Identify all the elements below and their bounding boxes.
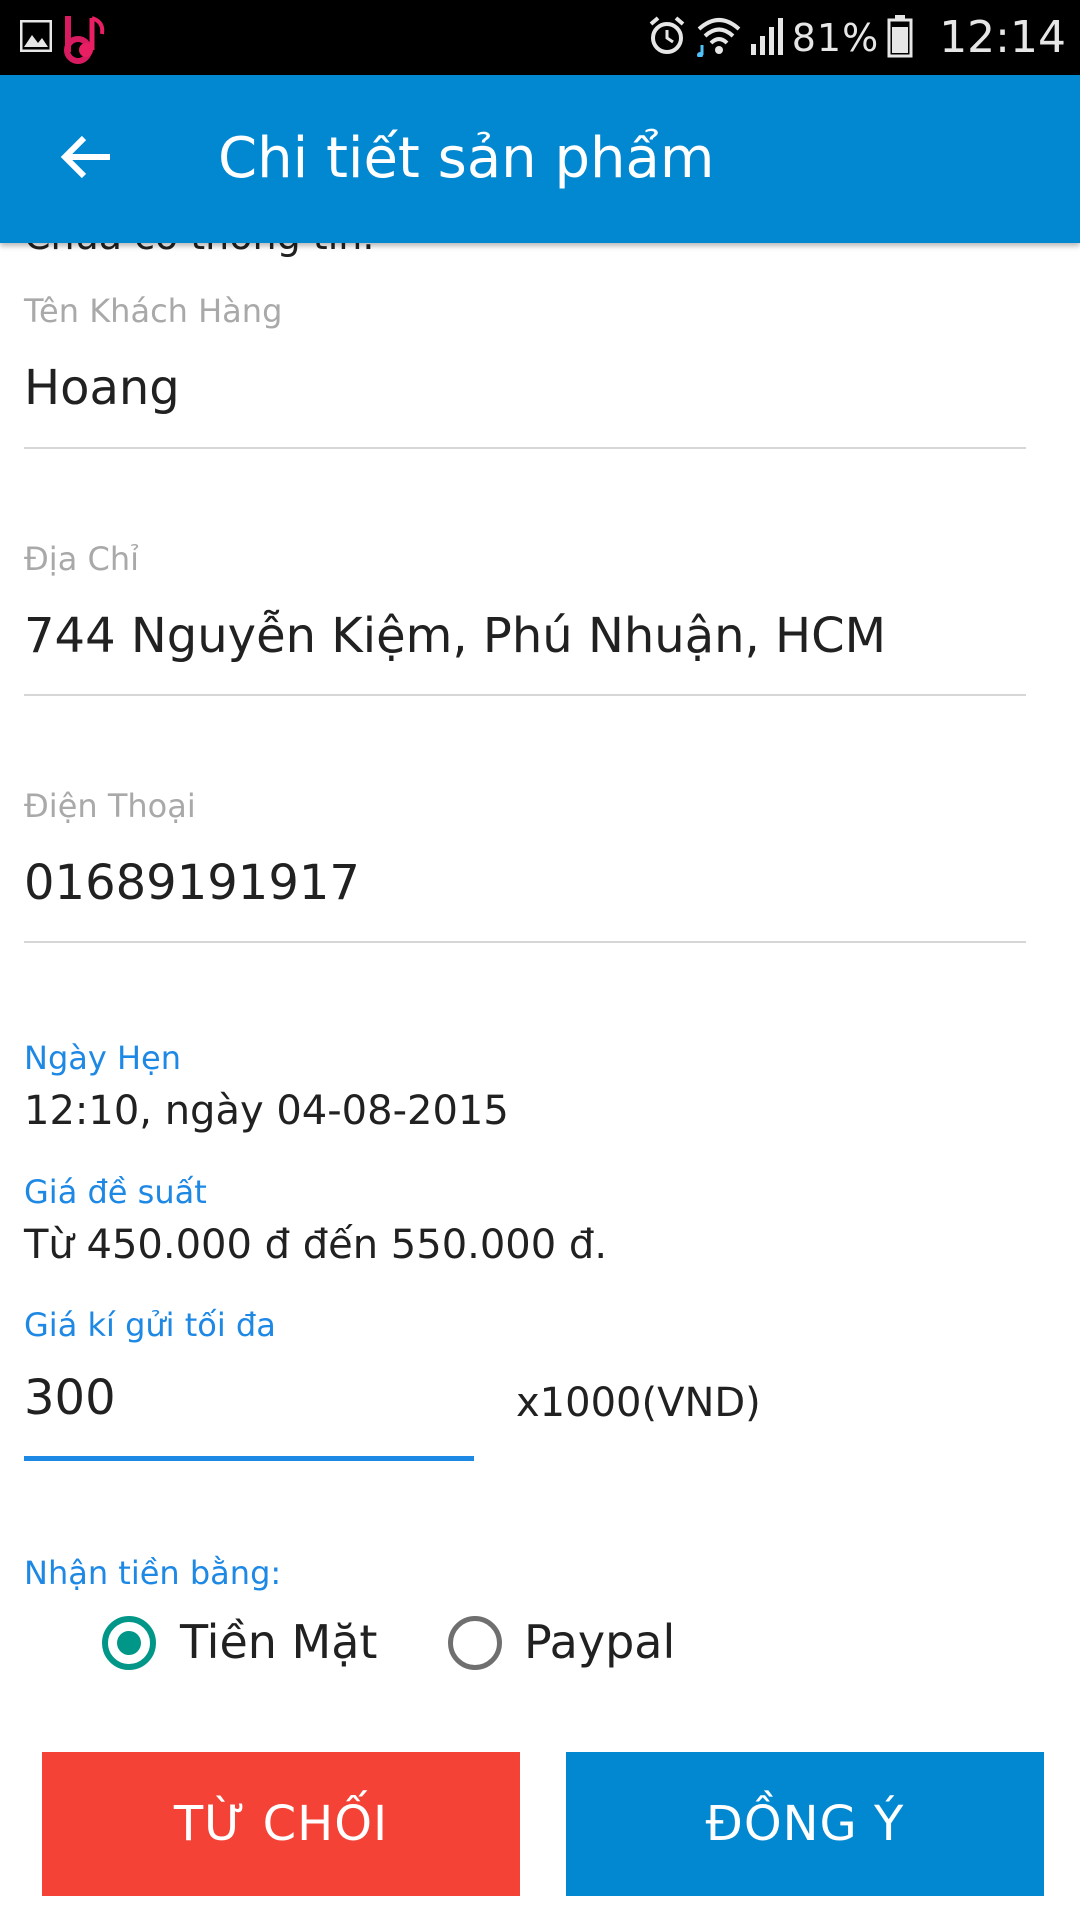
phone-label: Điện Thoại: [24, 787, 196, 825]
wifi-icon: [696, 15, 742, 61]
page-title: Chi tiết sản phẩm: [218, 126, 715, 191]
customer-name-label: Tên Khách Hàng: [24, 292, 283, 330]
accept-button[interactable]: ĐỒNG Ý: [566, 1752, 1044, 1896]
paypal-radio-label[interactable]: Paypal: [524, 1615, 675, 1669]
address-field[interactable]: 744 Nguyễn Kiệm, Phú Nhuận, HCM: [24, 608, 886, 664]
max-price-input[interactable]: 300: [24, 1370, 116, 1426]
reject-button[interactable]: TỪ CHỐI: [42, 1752, 520, 1896]
address-label: Địa Chỉ: [24, 540, 139, 578]
back-button[interactable]: [40, 113, 132, 205]
paypal-radio[interactable]: [448, 1616, 502, 1670]
status-icons: 81% 12:14: [638, 0, 1066, 75]
cash-radio-label[interactable]: Tiền Mặt: [180, 1615, 377, 1669]
app-bar: Chi tiết sản phẩm: [0, 75, 1080, 243]
appointment-value: 12:10, ngày 04-08-2015: [24, 1088, 509, 1134]
customer-name-field[interactable]: Hoang: [24, 360, 180, 416]
back-arrow-icon: [60, 133, 112, 185]
music-app-icon: [62, 12, 108, 64]
battery-icon: [887, 14, 913, 62]
max-price-label: Giá kí gửi tối đa: [24, 1306, 276, 1344]
price-unit: x1000(VND): [516, 1380, 761, 1426]
appointment-label: Ngày Hẹn: [24, 1039, 181, 1077]
phone-field[interactable]: 01689191917: [24, 855, 360, 911]
payment-label: Nhận tiền bằng:: [24, 1554, 282, 1592]
address-underline: [24, 694, 1026, 696]
alarm-icon: [646, 15, 688, 61]
gallery-icon: [19, 19, 53, 53]
clock-time: 12:14: [939, 12, 1066, 63]
cash-radio[interactable]: [102, 1616, 156, 1670]
max-price-underline: [24, 1456, 474, 1461]
battery-percent: 81%: [791, 15, 880, 60]
signal-icon: [750, 16, 786, 60]
customer-name-underline: [24, 447, 1026, 449]
status-bar: 81% 12:14: [0, 0, 1080, 75]
phone-underline: [24, 941, 1026, 943]
suggested-price-value: Từ 450.000 đ đến 550.000 đ.: [24, 1222, 608, 1268]
suggested-price-label: Giá đề suất: [24, 1173, 207, 1211]
